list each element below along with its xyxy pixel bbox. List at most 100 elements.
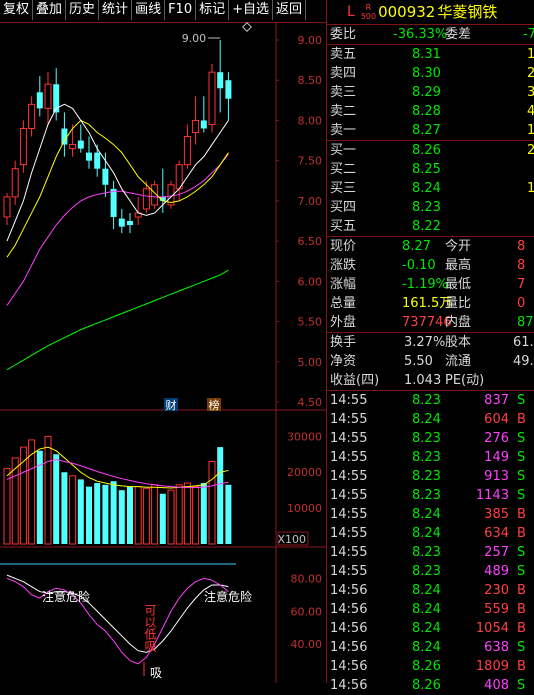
candle-body <box>3 196 11 218</box>
tick-volume: 489 <box>484 564 509 579</box>
sell-label: 卖五 <box>330 47 357 62</box>
volume-bar <box>102 484 109 544</box>
volume-bar <box>225 484 232 544</box>
tick-price: 8.24 <box>412 412 441 427</box>
quote-label-2: 今开 <box>445 239 472 254</box>
quote-row: 涨跌 -0.10 最高 8 <box>327 256 534 275</box>
quote-label: 现价 <box>330 239 357 254</box>
fundamentals: 换手 3.27% 股本 61. 净资 5.50 流通 49. 收益(四) 1.043 PE(动) <box>327 333 534 391</box>
kline-chart-area[interactable]: 9.00 8.50 8.00 7.50 7.00 6.50 6.00 5.50 5.00 4.50… <box>0 22 326 683</box>
quote-row: 外盘737746内盘877 <box>327 313 534 332</box>
candle-body <box>11 168 19 198</box>
candle-body <box>225 80 232 99</box>
kdj-tick-label: 60.00 <box>291 605 323 618</box>
tick-time: 14:55 <box>330 488 368 503</box>
volume-bar <box>77 479 84 544</box>
tick-row: 14:55 8.23 913 S <box>327 467 534 486</box>
sell-volume: 2 <box>527 66 534 81</box>
candle-body <box>86 152 92 161</box>
quote-value: -0.10 <box>402 258 436 273</box>
toolbar-button-8[interactable]: 返回 <box>273 0 307 20</box>
tick-time: 14:55 <box>330 450 368 465</box>
buy-label: 买一 <box>330 143 357 158</box>
tick-list[interactable]: 14:55 8.23 837 S 14:55 8.24 604 B 14:55 8.23 276 S 1… <box>327 391 534 695</box>
toolbar-button-7[interactable]: +自选 <box>229 0 274 20</box>
tick-volume: 638 <box>484 640 509 655</box>
buy-volume: 1 <box>527 181 534 196</box>
buy-price: 8.22 <box>412 219 441 234</box>
kline-chart[interactable]: 9.00 8.50 8.00 7.50 7.00 6.50 6.00 5.50 5.00 4.50… <box>0 22 326 683</box>
kdj-tick-label: 80.00 <box>291 572 323 585</box>
ma20-line <box>6 153 229 306</box>
candle-body <box>77 140 84 149</box>
tick-time: 14:56 <box>330 602 368 617</box>
tick-price: 8.24 <box>412 526 441 541</box>
badge-cai: 财 <box>166 398 177 412</box>
tick-side: S <box>517 564 526 579</box>
volume-bar <box>61 472 68 544</box>
toolbar-button-0[interactable]: 复权 <box>0 0 34 20</box>
quote-label: 涨幅 <box>330 277 357 292</box>
tick-side: B <box>517 659 526 674</box>
fund-label-2: 流通 <box>445 354 472 369</box>
tick-price: 8.24 <box>412 583 441 598</box>
stock-code: 000932 <box>378 3 436 21</box>
candle-body <box>208 71 216 125</box>
toolbar-button-4[interactable]: 画线 <box>132 0 166 20</box>
quote-row: 现价 8.27 今开 8 <box>327 237 534 256</box>
tick-row: 14:55 8.24 385 B <box>327 505 534 524</box>
sell-row: 卖一 8.27 1 <box>327 121 534 140</box>
sell-row: 卖二 8.28 4 <box>327 102 534 121</box>
buy-row: 买一 8.26 2 <box>327 141 534 160</box>
toolbar-button-5[interactable]: F10 <box>165 0 197 20</box>
tick-row: 14:55 8.23 276 S <box>327 429 534 448</box>
toolbar-button-2[interactable]: 历史 <box>66 0 100 20</box>
candle-body <box>183 136 191 166</box>
candle-body <box>44 83 52 109</box>
tick-price: 8.24 <box>412 602 441 617</box>
tick-time: 14:55 <box>330 469 368 484</box>
volume-bar <box>175 484 183 545</box>
tick-row: 14:55 8.23 1143 S <box>327 486 534 505</box>
tick-time: 14:55 <box>330 564 368 579</box>
tick-volume: 149 <box>484 450 509 465</box>
buy-row: 买二 8.25 <box>327 160 534 179</box>
toolbar-button-6[interactable]: 标记 <box>196 0 230 20</box>
tick-side: B <box>517 602 526 617</box>
buy-row: 买三 8.24 1 <box>327 179 534 198</box>
quote-value: -1.19% <box>402 277 448 292</box>
tick-price: 8.24 <box>412 621 441 636</box>
fund-label-2: 股本 <box>445 335 472 350</box>
sell-price: 8.28 <box>412 104 441 119</box>
sell-price: 8.30 <box>412 66 441 81</box>
tick-volume: 276 <box>484 431 509 446</box>
tick-price: 8.23 <box>412 469 441 484</box>
tick-price: 8.23 <box>412 488 441 503</box>
tick-volume: 257 <box>484 545 509 560</box>
tick-row: 14:55 8.24 634 B <box>327 524 534 543</box>
tick-time: 14:55 <box>330 431 368 446</box>
suck-label: 吸 <box>150 666 162 680</box>
volume-tick-label: 20000 <box>287 466 322 479</box>
buy-row: 买四 8.23 <box>327 198 534 217</box>
toolbar-button-3[interactable]: 统计 <box>99 0 133 20</box>
tick-time: 14:55 <box>330 545 368 560</box>
tick-time: 14:56 <box>330 678 368 693</box>
volume-tick-label: 10000 <box>287 502 322 515</box>
quote-value-2: 877 <box>517 315 534 330</box>
tick-volume: 230 <box>484 583 509 598</box>
tick-side: B <box>517 526 526 541</box>
tick-price: 8.26 <box>412 678 441 693</box>
sell-price: 8.29 <box>412 85 441 100</box>
candle-body <box>19 127 27 166</box>
candle-body <box>110 188 117 217</box>
quote-label: 总量 <box>330 296 357 311</box>
buy-label: 买二 <box>330 162 357 177</box>
candle-body <box>200 120 207 129</box>
toolbar-button-1[interactable]: 叠加 <box>33 0 67 20</box>
candle-body <box>61 128 68 145</box>
price-tick-label: 9.00 <box>298 34 323 47</box>
tick-volume: 1054 <box>475 621 509 636</box>
fund-value: 1.043 <box>404 373 442 388</box>
tick-side: S <box>517 488 526 503</box>
